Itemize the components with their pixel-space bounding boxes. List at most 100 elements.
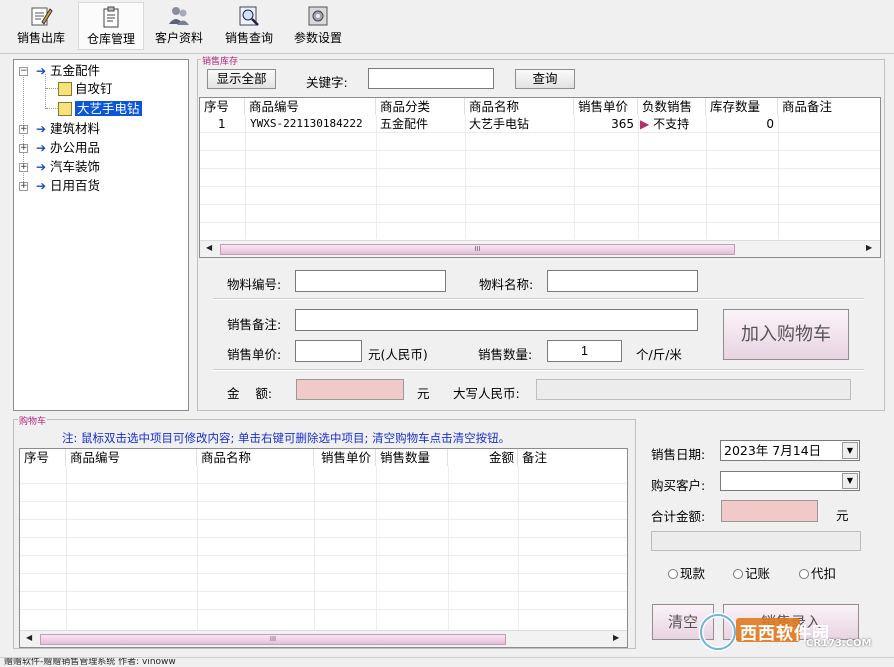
toolbar-warehouse-button[interactable]: 仓库管理 (78, 2, 144, 50)
scroll-thumb[interactable]: III (40, 634, 506, 645)
expand-icon[interactable]: + (19, 163, 28, 172)
tree-node-label: 五金配件 (50, 63, 101, 78)
keyword-label: 关键字: (306, 75, 348, 90)
scroll-left-icon[interactable]: ◀ (206, 243, 212, 252)
tree-node-label: 自攻钉 (75, 81, 113, 96)
cell-code: YWXS-221130184222 (250, 117, 363, 130)
pay-agent-radio[interactable]: 代扣 (799, 563, 836, 582)
qty-label: 销售数量: (478, 347, 533, 362)
upper-amount-field (536, 379, 851, 400)
column-header[interactable]: 商品编号 (245, 98, 376, 115)
column-header[interactable]: 商品编号 (66, 449, 197, 466)
scroll-right-icon[interactable]: ▶ (866, 243, 872, 252)
magnifier-icon (239, 6, 259, 26)
column-header[interactable]: 销售数量 (376, 449, 448, 466)
document-icon (58, 82, 72, 96)
scroll-thumb[interactable]: III (220, 244, 735, 255)
tree-node-office[interactable]: ➔ 办公用品 (36, 139, 100, 157)
tree-node-drill[interactable]: 大艺手电钻 (58, 100, 142, 118)
toolbar-settings-button[interactable]: 参数设置 (286, 2, 350, 50)
info-box (651, 531, 861, 551)
radio-icon (733, 569, 743, 579)
keyword-input[interactable] (368, 68, 494, 89)
expand-icon[interactable]: + (19, 125, 28, 134)
tree-node-daily[interactable]: ➔ 日用百货 (36, 177, 100, 195)
scroll-left-icon[interactable]: ◀ (26, 633, 32, 642)
cell-negative-text: 不支持 (653, 117, 690, 131)
toolbar-label: 销售查询 (224, 31, 273, 45)
total-field (721, 500, 818, 522)
cell-negative: ▶ 不支持 (640, 116, 689, 132)
item-code-label: 物料编号: (227, 277, 282, 292)
tree-node-label: 汽车装饰 (50, 159, 101, 174)
chevron-down-icon[interactable]: ▼ (842, 473, 858, 489)
column-header[interactable]: 销售单价 (314, 449, 376, 466)
item-name-input[interactable] (547, 270, 698, 292)
inventory-hscrollbar[interactable]: ◀ III ▶ (200, 240, 880, 257)
tree-node-screws[interactable]: 自攻钉 (58, 80, 113, 98)
column-header[interactable]: 备注 (518, 449, 627, 466)
radio-label: 代扣 (811, 566, 837, 581)
column-header[interactable]: 商品名称 (197, 449, 314, 466)
cart-group-title: 购物车 (18, 414, 48, 427)
qty-input[interactable] (547, 340, 622, 362)
column-header[interactable]: 序号 (20, 449, 66, 466)
customer-select[interactable]: ▼ (720, 471, 860, 491)
expand-icon[interactable]: + (19, 182, 28, 191)
item-code-input[interactable] (295, 270, 446, 292)
pay-cash-radio[interactable]: 现款 (668, 563, 705, 582)
category-tree[interactable]: − ➔ 五金配件 自攻钉 大艺手电钻 + ➔ 建筑材料 + ➔ 办公用品 + ➔… (13, 59, 189, 411)
cart-table[interactable]: 序号 商品编号 商品名称 销售单价 销售数量 金额 备注 ◀ III ▶ (19, 448, 628, 648)
toolbar-label: 客户资料 (154, 31, 203, 45)
radio-icon (799, 569, 809, 579)
column-header[interactable]: 负数销售 (638, 98, 706, 115)
column-header[interactable]: 商品分类 (376, 98, 465, 115)
tree-node-building[interactable]: ➔ 建筑材料 (36, 120, 100, 138)
tree-node-label: 日用百货 (50, 178, 101, 193)
upper-amount-label: 大写人民币: (453, 386, 520, 401)
cell-no: 1 (218, 117, 226, 131)
column-header[interactable]: 销售单价 (574, 98, 638, 115)
column-header[interactable]: 商品名称 (465, 98, 574, 115)
chevron-down-icon[interactable]: ▼ (842, 442, 858, 459)
column-header[interactable]: 金额 (448, 449, 518, 466)
add-to-cart-button[interactable]: 加入购物车 (723, 309, 849, 360)
toolbar-label: 销售出库 (16, 31, 65, 45)
inventory-group-title: 销售库存 (201, 54, 240, 67)
expand-icon[interactable]: + (19, 144, 28, 153)
sale-date-picker[interactable]: 2023年 7月14日 ▼ (720, 440, 860, 461)
document-icon (58, 102, 72, 116)
toolbar-label: 参数设置 (293, 31, 342, 45)
sale-date-value: 2023年 7月14日 (724, 443, 822, 458)
cart-hscrollbar[interactable]: ◀ III ▶ (20, 630, 627, 647)
cell-price: 365 (611, 117, 634, 131)
scroll-right-icon[interactable]: ▶ (613, 633, 619, 642)
tree-node-auto[interactable]: ➔ 汽车装饰 (36, 158, 100, 176)
status-bar: 赠赠软件-赠赠销售管理系统 作者: vinoww (0, 657, 894, 667)
total-unit: 元 (836, 508, 849, 523)
toolbar-sales-out-button[interactable]: 销售出库 (8, 2, 74, 50)
triangle-right-icon: ▶ (640, 117, 650, 131)
pay-credit-radio[interactable]: 记账 (733, 563, 770, 582)
site-watermark: 西西软件园 CR173.COM (694, 608, 876, 656)
arrow-icon: ➔ (36, 64, 47, 78)
toolbar-customers-button[interactable]: 客户资料 (148, 2, 210, 50)
arrow-icon: ➔ (36, 122, 47, 136)
query-button[interactable]: 查询 (515, 69, 575, 89)
column-header[interactable]: 序号 (200, 98, 245, 115)
collapse-icon[interactable]: − (19, 67, 28, 76)
tree-node-hardware[interactable]: ➔ 五金配件 (36, 62, 100, 80)
remark-input[interactable] (295, 309, 698, 331)
toolbar-sales-query-button[interactable]: 销售查询 (216, 2, 282, 50)
total-label: 合计金额: (651, 509, 706, 524)
radio-icon (668, 569, 678, 579)
inventory-table[interactable]: 序号 商品编号 商品分类 商品名称 销售单价 负数销售 库存数量 商品备注 1 … (199, 97, 881, 258)
column-header[interactable]: 库存数量 (706, 98, 778, 115)
amount-unit: 元 (417, 386, 430, 401)
show-all-button[interactable]: 显示全部 (207, 69, 276, 89)
amount-field (296, 379, 404, 400)
arrow-icon: ➔ (36, 179, 47, 193)
column-header[interactable]: 商品备注 (778, 98, 880, 115)
price-input[interactable] (295, 340, 362, 362)
sale-date-label: 销售日期: (651, 447, 706, 462)
